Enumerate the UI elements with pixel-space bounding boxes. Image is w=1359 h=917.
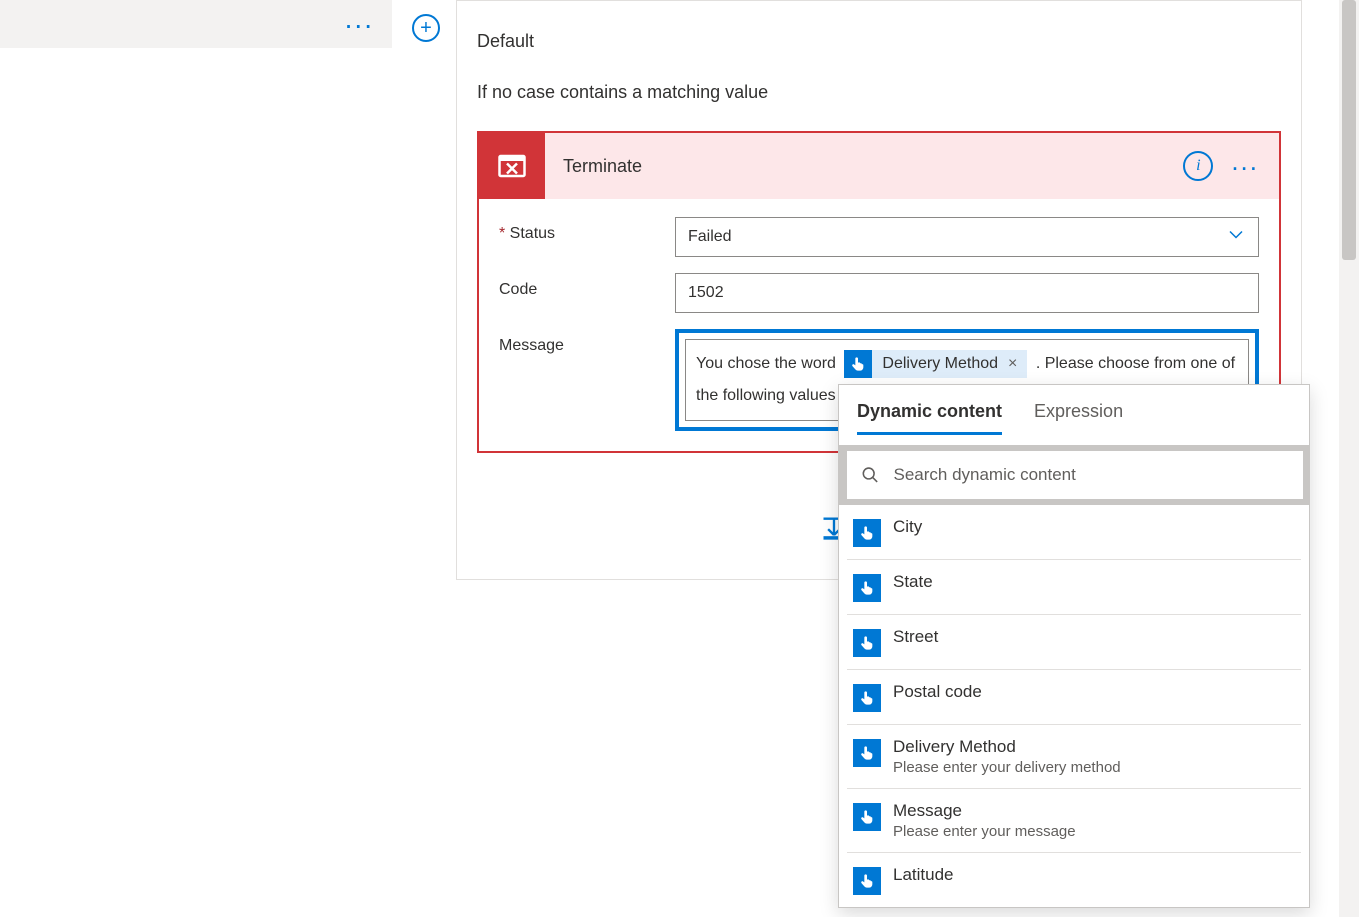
dynamic-item-delivery-method[interactable]: Delivery Method Please enter your delive… [847, 725, 1301, 789]
dynamic-item-label: Message [893, 801, 1076, 821]
plus-icon: + [420, 17, 432, 40]
message-text-part: You chose the word [696, 355, 840, 372]
token-label: Delivery Method [872, 348, 1008, 380]
terminate-icon [479, 133, 545, 199]
dynamic-item-state[interactable]: State [847, 560, 1301, 615]
dynamic-content-list: City State Street Postal code Delivery M… [839, 505, 1309, 907]
dynamic-item-label: Latitude [893, 865, 954, 884]
dynamic-item-city[interactable]: City [847, 505, 1301, 560]
case-title: Default [477, 31, 1281, 52]
hand-icon [853, 574, 881, 602]
hand-icon [853, 684, 881, 712]
hand-icon [853, 867, 881, 895]
hand-icon [844, 350, 872, 378]
action-more-button[interactable]: ... [1231, 156, 1259, 176]
dynamic-item-label: Delivery Method [893, 737, 1121, 757]
hand-icon [853, 519, 881, 547]
previous-case-stub: ... [0, 0, 392, 48]
token-remove-button[interactable]: × [1008, 348, 1027, 380]
hand-icon [853, 629, 881, 657]
dynamic-item-message[interactable]: Message Please enter your message [847, 789, 1301, 853]
info-icon[interactable]: i [1183, 151, 1213, 181]
dynamic-item-label: Postal code [893, 682, 982, 701]
dynamic-item-street[interactable]: Street [847, 615, 1301, 670]
action-header[interactable]: Terminate i ... [479, 133, 1279, 199]
tab-dynamic-content[interactable]: Dynamic content [857, 401, 1002, 435]
dynamic-item-desc: Please enter your message [893, 823, 1076, 840]
dynamic-token-delivery-method[interactable]: Delivery Method × [844, 350, 1027, 378]
dynamic-item-label: State [893, 572, 933, 591]
dynamic-item-latitude[interactable]: Latitude [847, 853, 1301, 907]
dynamic-item-postal-code[interactable]: Postal code [847, 670, 1301, 725]
hand-icon [853, 739, 881, 767]
dynamic-item-label: City [893, 517, 922, 536]
dynamic-search-input[interactable] [893, 465, 1289, 485]
dynamic-search[interactable] [847, 451, 1303, 499]
status-label: Status [499, 217, 675, 243]
dynamic-content-panel: Dynamic content Expression City State St… [838, 384, 1310, 908]
scrollbar-thumb[interactable] [1342, 0, 1356, 260]
dynamic-item-desc: Please enter your delivery method [893, 759, 1121, 776]
message-label: Message [499, 329, 675, 355]
add-case-button[interactable]: + [412, 14, 440, 42]
status-dropdown[interactable] [675, 217, 1259, 257]
tab-expression[interactable]: Expression [1034, 401, 1123, 435]
dynamic-item-label: Street [893, 627, 938, 646]
code-label: Code [499, 273, 675, 299]
search-icon [861, 465, 879, 485]
page-scrollbar[interactable] [1339, 0, 1359, 917]
code-input[interactable] [675, 273, 1259, 313]
action-title: Terminate [545, 156, 1183, 177]
case-more-button[interactable]: ... [345, 14, 374, 34]
hand-icon [853, 803, 881, 831]
case-subtitle: If no case contains a matching value [477, 82, 1281, 103]
